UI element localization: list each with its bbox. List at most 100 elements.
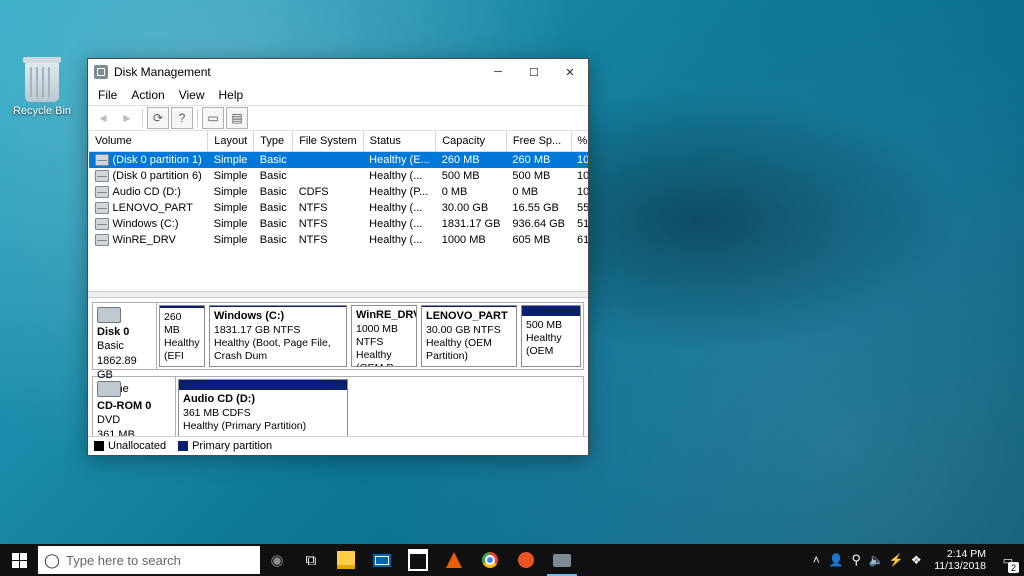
- disk-icon: [97, 307, 121, 323]
- recycle-bin-label: Recycle Bin: [10, 105, 74, 117]
- taskbar-app-chrome[interactable]: [472, 544, 508, 576]
- taskbar-app-mail[interactable]: [364, 544, 400, 576]
- tray-volume-icon[interactable]: 🔈: [866, 544, 886, 576]
- toolbar-list-button[interactable]: ▤: [226, 107, 248, 129]
- volume-icon: [95, 218, 109, 230]
- partition-body: 260 MBHealthy (EFI: [160, 308, 204, 367]
- app-icon: [94, 65, 108, 79]
- table-row[interactable]: LENOVO_PARTSimpleBasicNTFSHealthy (...30…: [89, 200, 589, 216]
- disk-info: Disk 0Basic1862.89 GBOnline: [93, 303, 157, 369]
- toolbar-view-button[interactable]: ▭: [202, 107, 224, 129]
- col-layout[interactable]: Layout: [208, 131, 254, 152]
- close-button[interactable]: ✕: [552, 59, 588, 85]
- disk-row[interactable]: Disk 0Basic1862.89 GBOnline260 MBHealthy…: [92, 302, 584, 370]
- partition[interactable]: LENOVO_PART30.00 GB NTFSHealthy (OEM Par…: [421, 305, 517, 367]
- table-row[interactable]: (Disk 0 partition 1)SimpleBasicHealthy (…: [89, 152, 589, 169]
- col-status[interactable]: Status: [363, 131, 436, 152]
- clock-time: 2:14 PM: [934, 548, 986, 560]
- tray-chevron-up-icon[interactable]: ˄: [806, 544, 826, 576]
- search-box[interactable]: ◯ Type here to search: [38, 546, 260, 574]
- toolbar-separator: [197, 109, 198, 127]
- partition-header: [522, 306, 580, 316]
- tray-dropbox-icon[interactable]: ❖: [906, 544, 926, 576]
- start-button[interactable]: [0, 544, 38, 576]
- legend: Unallocated Primary partition: [88, 436, 588, 455]
- disk-management-window: Disk Management ─ ☐ ✕ File Action View H…: [87, 58, 589, 456]
- taskbar-app-generic-orange[interactable]: [508, 544, 544, 576]
- menu-bar: File Action View Help: [88, 85, 588, 105]
- table-row[interactable]: (Disk 0 partition 6)SimpleBasicHealthy (…: [89, 168, 589, 184]
- volume-icon: [95, 170, 109, 182]
- partition-header: [179, 380, 347, 390]
- menu-action[interactable]: Action: [125, 86, 170, 104]
- help-button[interactable]: ?: [171, 107, 193, 129]
- tray-battery-icon[interactable]: ⚡: [886, 544, 906, 576]
- forward-button[interactable]: ►: [116, 107, 138, 129]
- col-type[interactable]: Type: [254, 131, 293, 152]
- col-filesystem[interactable]: File System: [293, 131, 363, 152]
- partition-body: LENOVO_PART30.00 GB NTFSHealthy (OEM Par…: [422, 307, 516, 366]
- volume-icon: [95, 154, 109, 166]
- action-center-button[interactable]: ▭ 2: [994, 544, 1022, 576]
- partition[interactable]: WinRE_DRV1000 MB NTFSHealthy (OEM P: [351, 305, 417, 367]
- partition-body: Windows (C:)1831.17 GB NTFSHealthy (Boot…: [210, 307, 346, 366]
- refresh-button[interactable]: ⟳: [147, 107, 169, 129]
- back-button[interactable]: ◄: [92, 107, 114, 129]
- column-headers[interactable]: Volume Layout Type File System Status Ca…: [89, 131, 589, 152]
- disk-row[interactable]: CD-ROM 0DVD361 MBOnlineAudio CD (D:)361 …: [92, 376, 584, 436]
- menu-help[interactable]: Help: [213, 86, 250, 104]
- partition-body: Audio CD (D:)361 MB CDFSHealthy (Primary…: [179, 390, 347, 436]
- disk-icon: [97, 381, 121, 397]
- taskbar: ◯ Type here to search ◉ ⧉ ˄ 👤 ⚲ 🔈 ⚡ ❖ 2:…: [0, 544, 1024, 576]
- taskbar-app-disk-management[interactable]: [544, 544, 580, 576]
- partition-body: 500 MBHealthy (OEM: [522, 316, 580, 366]
- tray-wifi-icon[interactable]: ⚲: [846, 544, 866, 576]
- col-volume[interactable]: Volume: [89, 131, 208, 152]
- pane-splitter[interactable]: [88, 291, 588, 298]
- menu-view[interactable]: View: [173, 86, 211, 104]
- partition-body: WinRE_DRV1000 MB NTFSHealthy (OEM P: [352, 306, 416, 367]
- windows-logo-icon: [12, 553, 27, 568]
- col-free[interactable]: Free Sp...: [506, 131, 571, 152]
- volume-icon: [95, 202, 109, 214]
- minimize-button[interactable]: ─: [480, 59, 516, 85]
- legend-primary: Primary partition: [192, 440, 272, 452]
- search-placeholder: Type here to search: [66, 553, 181, 568]
- table-row[interactable]: Windows (C:)SimpleBasicNTFSHealthy (...1…: [89, 216, 589, 232]
- partition[interactable]: 260 MBHealthy (EFI: [159, 305, 205, 367]
- cortana-circle-icon: ◯: [38, 552, 66, 569]
- menu-file[interactable]: File: [92, 86, 123, 104]
- clock-date: 11/13/2018: [934, 560, 986, 572]
- legend-unallocated: Unallocated: [108, 440, 166, 452]
- taskbar-clock[interactable]: 2:14 PM 11/13/2018: [926, 548, 994, 572]
- titlebar[interactable]: Disk Management ─ ☐ ✕: [88, 59, 588, 85]
- window-title: Disk Management: [114, 65, 480, 79]
- swatch-primary: [178, 441, 188, 451]
- col-pct[interactable]: % Free: [571, 131, 588, 152]
- taskbar-app-file-explorer[interactable]: [328, 544, 364, 576]
- volume-list[interactable]: Volume Layout Type File System Status Ca…: [88, 131, 588, 291]
- disk-info: CD-ROM 0DVD361 MBOnline: [93, 377, 176, 436]
- notification-badge: 2: [1008, 562, 1019, 573]
- recycle-bin-icon: [25, 62, 59, 102]
- taskbar-app-store[interactable]: [400, 544, 436, 576]
- desktop[interactable]: Recycle Bin Disk Management ─ ☐ ✕ File A…: [0, 0, 1024, 576]
- toolbar-separator: [142, 109, 143, 127]
- recycle-bin[interactable]: Recycle Bin: [10, 62, 74, 117]
- partition[interactable]: Windows (C:)1831.17 GB NTFSHealthy (Boot…: [209, 305, 347, 367]
- partition[interactable]: Audio CD (D:)361 MB CDFSHealthy (Primary…: [178, 379, 348, 436]
- maximize-button[interactable]: ☐: [516, 59, 552, 85]
- table-row[interactable]: Audio CD (D:)SimpleBasicCDFSHealthy (P..…: [89, 184, 589, 200]
- table-row[interactable]: WinRE_DRVSimpleBasicNTFSHealthy (...1000…: [89, 232, 589, 248]
- toolbar: ◄ ► ⟳ ? ▭ ▤: [88, 105, 588, 131]
- volume-icon: [95, 186, 109, 198]
- partition[interactable]: 500 MBHealthy (OEM: [521, 305, 581, 367]
- taskbar-app-vlc[interactable]: [436, 544, 472, 576]
- system-tray: ˄ 👤 ⚲ 🔈 ⚡ ❖ 2:14 PM 11/13/2018 ▭ 2: [806, 544, 1024, 576]
- swatch-unallocated: [94, 441, 104, 451]
- col-capacity[interactable]: Capacity: [436, 131, 507, 152]
- task-view-button[interactable]: ⧉: [294, 544, 328, 576]
- graphical-view[interactable]: Disk 0Basic1862.89 GBOnline260 MBHealthy…: [88, 298, 588, 436]
- cortana-mic-icon[interactable]: ◉: [260, 544, 294, 576]
- tray-people-icon[interactable]: 👤: [826, 544, 846, 576]
